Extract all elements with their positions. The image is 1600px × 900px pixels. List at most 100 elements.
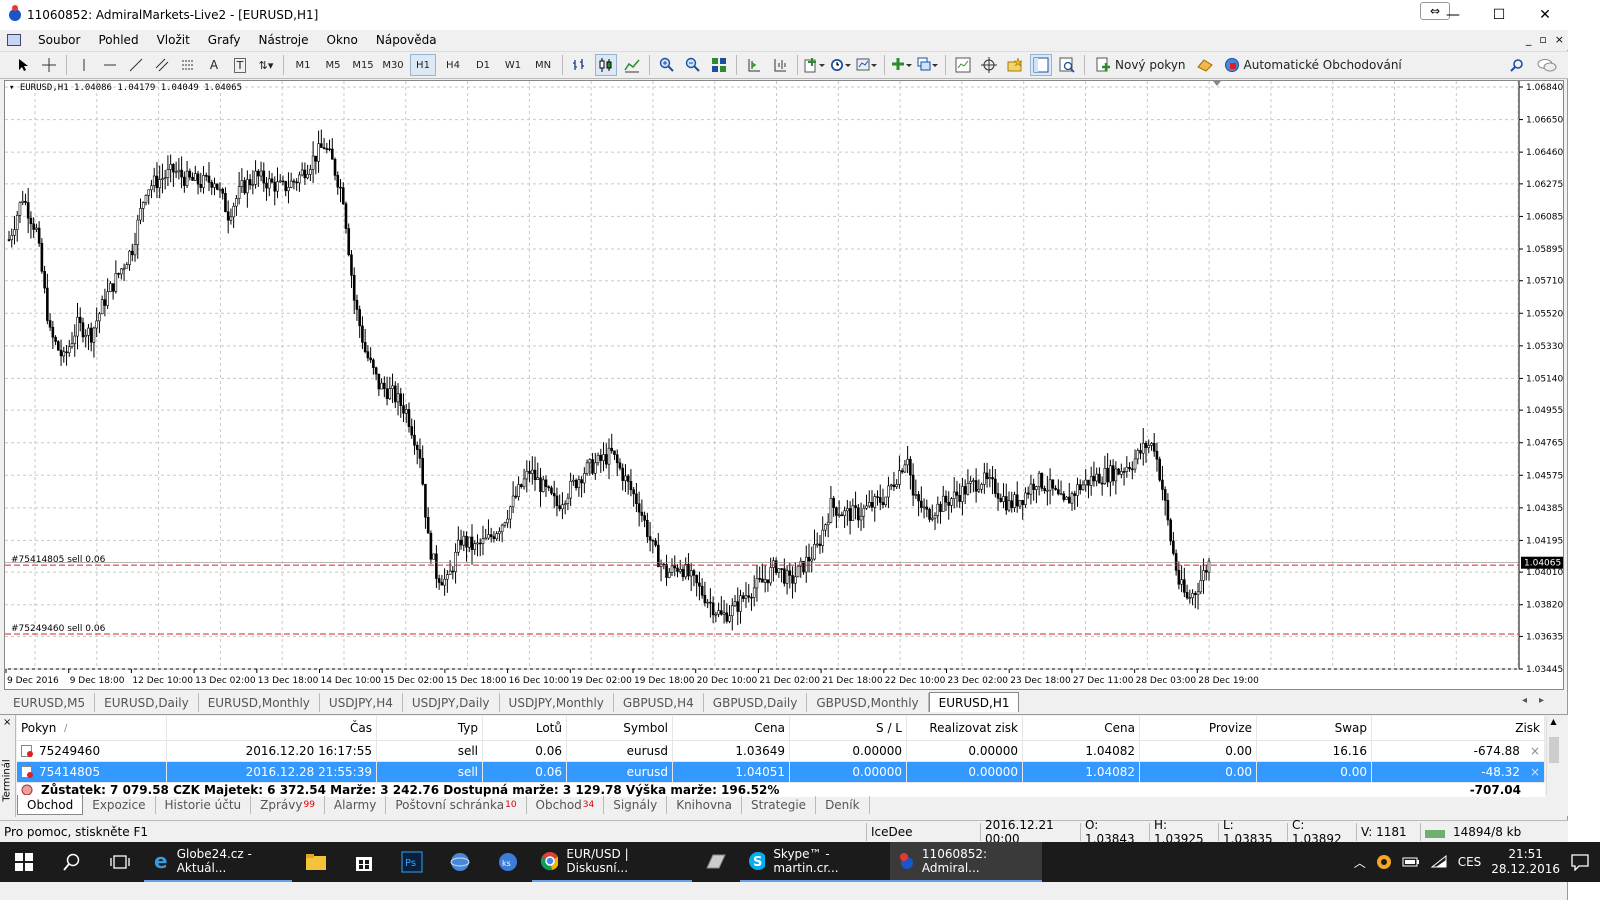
- auto-trading-toggle-icon[interactable]: [1194, 54, 1216, 76]
- col-tp[interactable]: Realizovat zisk: [907, 716, 1023, 740]
- chart-tab[interactable]: USDJPY,Monthly: [500, 693, 614, 712]
- label-tool[interactable]: T: [229, 54, 251, 76]
- data-window-button[interactable]: [978, 54, 1000, 76]
- menu-vlozit[interactable]: Vložit: [148, 30, 199, 50]
- trendline-tool[interactable]: [125, 54, 147, 76]
- taskbar-app-metatrader[interactable]: 11060852: Admiral...: [890, 842, 1042, 882]
- terminal-tab[interactable]: Historie účtu: [156, 796, 252, 814]
- menu-napoveda[interactable]: Nápověda: [367, 30, 446, 50]
- profiles-button[interactable]: [917, 54, 939, 76]
- col-zisk[interactable]: Zisk: [1372, 716, 1545, 740]
- chart-tab[interactable]: EURUSD,Daily: [95, 693, 199, 712]
- status-connection[interactable]: 14894/8 kb: [1420, 822, 1560, 841]
- terminal-tab[interactable]: Alarmy: [325, 796, 387, 814]
- tf-m15[interactable]: M15: [350, 54, 376, 76]
- keyboard-language[interactable]: CES: [1458, 855, 1482, 869]
- periods-button[interactable]: [830, 54, 852, 76]
- tab-scroll-arrows[interactable]: ◂▸: [1522, 695, 1556, 706]
- collapse-icon[interactable]: ▾: [9, 83, 14, 93]
- taskbar-photoshop[interactable]: Ps: [388, 842, 436, 882]
- tile-windows-button[interactable]: [708, 54, 730, 76]
- chart-tab[interactable]: EURUSD,M5: [4, 693, 96, 712]
- terminal-close-button[interactable]: ×: [3, 717, 11, 728]
- close-order-icon[interactable]: ×: [1530, 765, 1540, 779]
- new-order-button[interactable]: Nový pokyn: [1091, 54, 1190, 76]
- menu-pohled[interactable]: Pohled: [89, 30, 147, 50]
- taskbar-app-skype[interactable]: S Skype™ - martin.cr...: [740, 842, 890, 882]
- close-order-icon[interactable]: ×: [1530, 744, 1540, 758]
- taskbar-explorer[interactable]: [292, 842, 340, 882]
- tf-h1[interactable]: H1: [410, 54, 436, 76]
- terminal-tab[interactable]: Zprávy 99: [251, 796, 325, 814]
- tf-m1[interactable]: M1: [290, 54, 316, 76]
- terminal-tab[interactable]: Strategie: [742, 796, 817, 814]
- col-cena[interactable]: Cena: [673, 716, 790, 740]
- arrow-tool[interactable]: ⇅▾: [255, 54, 277, 76]
- indicators-button[interactable]: [804, 54, 826, 76]
- zoom-out-button[interactable]: [682, 54, 704, 76]
- chart-tab[interactable]: USDJPY,H4: [320, 693, 403, 712]
- col-pokyn[interactable]: Pokyn /: [17, 716, 167, 740]
- task-view-button[interactable]: [96, 842, 144, 882]
- taskbar-clock[interactable]: 21:51 28.12.2016: [1491, 847, 1560, 877]
- table-row-selected[interactable]: 75414805 2016.12.28 21:55:39 sell 0.06 e…: [17, 762, 1545, 783]
- strategy-tester-button[interactable]: [1056, 54, 1078, 76]
- col-provize[interactable]: Provize: [1140, 716, 1257, 740]
- taskbar-app-blue[interactable]: ks: [484, 842, 532, 882]
- terminal-tab[interactable]: Deník: [816, 796, 870, 814]
- minimize-button[interactable]: —: [1430, 0, 1476, 30]
- chart-tab[interactable]: USDJPY,Daily: [403, 693, 500, 712]
- terminal-scrollbar[interactable]: ▲: [1546, 717, 1560, 795]
- tf-m5[interactable]: M5: [320, 54, 346, 76]
- candle-chart-button[interactable]: [595, 54, 617, 76]
- autoscroll-button[interactable]: [743, 54, 765, 76]
- col-cena-current[interactable]: Cena: [1023, 716, 1140, 740]
- col-swap[interactable]: Swap: [1257, 716, 1372, 740]
- auto-trading-button[interactable]: Automatické Obchodování: [1220, 54, 1406, 76]
- chart-window-icon[interactable]: [7, 34, 21, 46]
- close-button[interactable]: ✕: [1522, 0, 1568, 30]
- chart-tab[interactable]: GBPUSD,H4: [614, 693, 704, 712]
- chart-tab[interactable]: GBPUSD,Monthly: [807, 693, 929, 712]
- vertical-line-tool[interactable]: [73, 54, 95, 76]
- table-row[interactable]: 75249460 2016.12.20 16:17:55 sell 0.06 e…: [17, 741, 1545, 762]
- tray-app-icon[interactable]: [1376, 854, 1392, 870]
- taskbar-app-globe[interactable]: [436, 842, 484, 882]
- tf-d1[interactable]: D1: [470, 54, 496, 76]
- chart-area[interactable]: 1.06840 1.06650 1.06460 1.06275 1.06085 1.058…: [4, 80, 1564, 690]
- fibonacci-tool[interactable]: [177, 54, 199, 76]
- col-lotu[interactable]: Lotů: [483, 716, 567, 740]
- tf-mn[interactable]: MN: [530, 54, 556, 76]
- price-chart[interactable]: 1.06840 1.06650 1.06460 1.06275 1.06085 1.058…: [5, 81, 1563, 689]
- chart-tab-active[interactable]: EURUSD,H1: [928, 692, 1020, 712]
- taskbar-app-chrome[interactable]: EUR/USD | Diskusní...: [532, 842, 692, 882]
- wifi-icon[interactable]: [1430, 855, 1448, 869]
- terminal-button[interactable]: [1030, 54, 1052, 76]
- chart-tab[interactable]: GBPUSD,Daily: [704, 693, 808, 712]
- notifications-icon[interactable]: [1570, 853, 1590, 871]
- chart-shift-button[interactable]: [769, 54, 791, 76]
- menu-okno[interactable]: Okno: [318, 30, 367, 50]
- tf-w1[interactable]: W1: [500, 54, 526, 76]
- chart-tab[interactable]: EURUSD,Monthly: [199, 693, 320, 712]
- menu-grafy[interactable]: Grafy: [199, 30, 250, 50]
- terminal-tab[interactable]: Obchod: [17, 795, 84, 815]
- taskbar-app-edge[interactable]: e Globe24.cz - Aktuál...: [144, 842, 292, 882]
- battery-icon[interactable]: [1402, 856, 1420, 868]
- terminal-tab[interactable]: Expozice: [83, 796, 156, 814]
- taskbar-store[interactable]: [340, 842, 388, 882]
- new-chart-button[interactable]: [891, 54, 913, 76]
- text-tool[interactable]: A: [203, 54, 225, 76]
- search-button[interactable]: [1506, 54, 1528, 76]
- col-typ[interactable]: Typ: [377, 716, 483, 740]
- mdi-close-button[interactable]: ×: [1555, 30, 1564, 50]
- bar-chart-button[interactable]: [569, 54, 591, 76]
- mdi-minimize-button[interactable]: _: [1526, 30, 1532, 50]
- terminal-tab[interactable]: Obchod 34: [527, 796, 605, 814]
- market-watch-button[interactable]: [952, 54, 974, 76]
- tf-h4[interactable]: H4: [440, 54, 466, 76]
- cursor-tool[interactable]: [12, 54, 34, 76]
- start-button[interactable]: [0, 842, 48, 882]
- menu-nastroje[interactable]: Nástroje: [250, 30, 318, 50]
- horizontal-line-tool[interactable]: [99, 54, 121, 76]
